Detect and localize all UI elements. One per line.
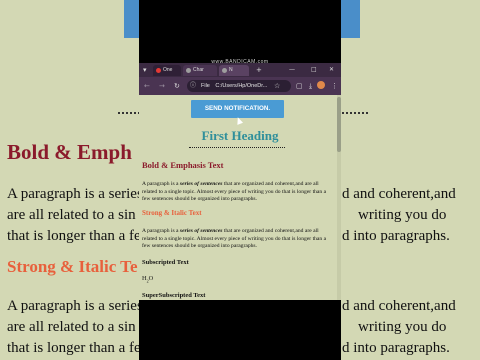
section-paragraph: A paragraph is a series of sentences tha… [142,228,327,249]
background-paragraph-line: d into paragraphs. [342,340,450,356]
background-paragraph-line: that is longer than a fe [7,340,141,356]
background-paragraph-line: are all related to a sin [7,207,136,223]
background-paragraph-line: are all related to a sin [7,319,136,335]
page-content: SEND NOTIFICATION. First Heading Bold & … [139,95,341,300]
url-prefix: File [201,83,210,89]
tab-onedrive[interactable]: One [153,65,181,76]
downloads-icon[interactable]: ⤓ [309,82,312,90]
tab-label: One [163,67,173,73]
background-paragraph-line: that is longer than a fe [7,228,141,244]
tab-chart[interactable]: Char [183,65,217,76]
new-tab-button[interactable]: + [256,66,262,74]
more-menu-icon[interactable]: ⋮ [331,82,338,90]
page-title: First Heading [201,128,279,143]
tab-label: N [229,67,233,73]
recording-frame: www.BANDICAM.com ▾ One Char N + — □ ✕ ← … [139,0,341,360]
background-paragraph-line: d and coherent,and [342,186,456,202]
browser-window: ▾ One Char N + — □ ✕ ← → ↻ ⓘ File C:/Use… [139,63,341,300]
forward-arrow-icon[interactable]: → [159,82,165,90]
send-notification-button[interactable]: SEND NOTIFICATION. [191,100,284,118]
tab-active[interactable]: N [219,65,249,76]
profile-avatar[interactable] [317,81,325,89]
background-paragraph-line: A paragraph is a series [7,298,143,314]
background-paragraph-line: writing you do [358,207,447,223]
maximize-button[interactable]: □ [311,66,317,74]
info-icon: ⓘ [190,82,197,89]
close-window-button[interactable]: ✕ [329,66,334,74]
superscripted-heading: SuperSubscripted Text [142,292,206,299]
section-heading-strong: Strong & Italic Text [142,209,202,217]
tab-favicon-icon [186,68,191,73]
section-paragraph: A paragraph is a series of sentences tha… [142,181,327,202]
extensions-icon[interactable]: ▢ [296,82,303,90]
tab-favicon-icon [156,68,161,73]
scrollbar[interactable] [337,95,341,300]
reload-icon[interactable]: ↻ [174,82,180,90]
subscripted-heading: Subscripted Text [142,259,189,266]
bookmark-star-icon[interactable]: ☆ [274,82,280,90]
url-text: C:/Users/Hp/OneDr... [215,83,268,89]
background-heading-bold: Bold & Emph [7,140,132,164]
title-underline [189,147,285,148]
background-paragraph-line: d into paragraphs. [342,228,450,244]
background-heading-strong: Strong & Italic Te [7,257,138,276]
section-heading-bold: Bold & Emphasis Text [142,160,224,170]
background-paragraph-line: A paragraph is a series [7,186,143,202]
minimize-button[interactable]: — [289,66,295,74]
background-paragraph-line: d and coherent,and [342,298,456,314]
tab-bar: ▾ One Char N + — □ ✕ [139,63,341,77]
tab-label: Char [193,67,204,73]
scrollbar-thumb[interactable] [337,97,341,152]
tab-menu-icon[interactable]: ▾ [143,66,147,74]
back-arrow-icon[interactable]: ← [144,82,150,90]
background-paragraph-line: writing you do [358,319,447,335]
subscripted-value: H2O [142,275,154,284]
tab-favicon-icon [222,68,227,73]
address-bar: ← → ↻ ⓘ File C:/Users/Hp/OneDr... ☆ ▢ ⤓ … [139,77,341,95]
